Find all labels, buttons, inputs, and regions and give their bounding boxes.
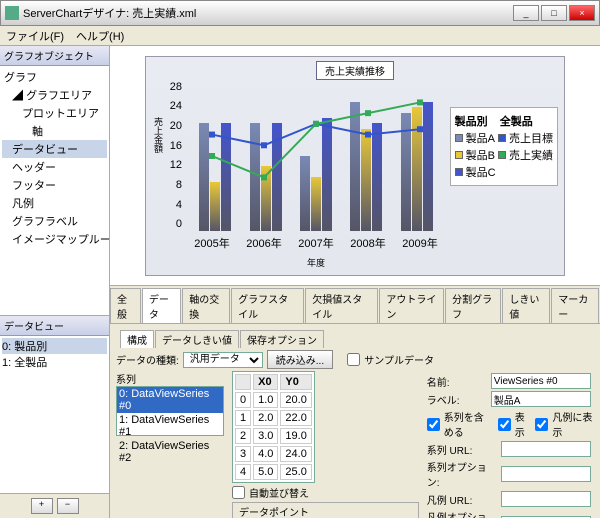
tab-1[interactable]: データ bbox=[142, 288, 181, 323]
tree-node[interactable]: 凡例 bbox=[2, 194, 107, 212]
window-title: ServerChartデザイナ: 売上実績.xml bbox=[23, 5, 513, 21]
series-label: 系列 bbox=[116, 371, 224, 386]
minimize-button[interactable]: _ bbox=[513, 5, 539, 21]
tree-node[interactable]: ヘッダー bbox=[2, 158, 107, 176]
series-opt-input[interactable] bbox=[501, 466, 591, 482]
tab-8[interactable]: マーカー bbox=[551, 288, 599, 323]
menu-file[interactable]: ファイル(F) bbox=[6, 28, 64, 44]
object-tree[interactable]: グラフ ◢ グラフエリア プロットエリア 軸 データビュー ヘッダー フッター … bbox=[0, 66, 109, 316]
plot-area bbox=[186, 81, 446, 231]
property-tabs: 全般データ軸の交換グラフスタイル欠損値スタイルアウトライン分割グラフしきい値マー… bbox=[110, 286, 600, 324]
tab-7[interactable]: しきい値 bbox=[502, 288, 550, 323]
show-checkbox[interactable] bbox=[498, 418, 511, 431]
app-icon bbox=[5, 6, 19, 20]
chart-title: 売上実績推移 bbox=[316, 61, 394, 80]
series-list[interactable]: 0: DataViewSeries #0 1: DataViewSeries #… bbox=[116, 386, 224, 436]
tree-node[interactable]: フッター bbox=[2, 176, 107, 194]
load-button[interactable]: 読み込み... bbox=[267, 350, 333, 369]
tree-node[interactable]: 軸 bbox=[2, 122, 107, 140]
tab-2[interactable]: 軸の交換 bbox=[182, 288, 230, 323]
sample-data-checkbox[interactable] bbox=[347, 353, 360, 366]
data-type-select[interactable]: 汎用データ bbox=[183, 352, 263, 368]
list-item[interactable]: 2: DataViewSeries #2 bbox=[117, 439, 223, 465]
menu-help[interactable]: ヘルプ(H) bbox=[76, 28, 124, 44]
data-grid[interactable]: X0Y001.020.012.022.023.019.034.024.045.0… bbox=[232, 371, 315, 483]
close-button[interactable]: × bbox=[569, 5, 595, 21]
remove-button[interactable]: − bbox=[57, 498, 79, 514]
label-input[interactable] bbox=[491, 391, 591, 407]
tree-node[interactable]: グラフラベル bbox=[2, 212, 107, 230]
menubar: ファイル(F) ヘルプ(H) bbox=[0, 26, 600, 46]
legend-url-input[interactable] bbox=[501, 491, 591, 507]
name-input[interactable] bbox=[491, 373, 591, 389]
tree-node[interactable]: グラフ bbox=[2, 68, 107, 86]
add-button[interactable]: + bbox=[31, 498, 53, 514]
chart-preview: 売上実績推移 売上金額 2824201612840 2005年2006年2007… bbox=[110, 46, 600, 286]
y-ticks: 2824201612840 bbox=[168, 81, 182, 231]
tab-4[interactable]: 欠損値スタイル bbox=[305, 288, 378, 323]
datapoint-fieldset: データポイント URL: オプション: bbox=[232, 502, 419, 518]
data-type-label: データの種類: bbox=[116, 352, 179, 367]
tree-node-dataview[interactable]: データビュー bbox=[2, 140, 107, 158]
x-ticks: 2005年2006年2007年2008年2009年 bbox=[186, 235, 446, 251]
list-item[interactable]: 1: DataViewSeries #1 bbox=[117, 413, 223, 439]
tab-3[interactable]: グラフスタイル bbox=[231, 288, 304, 323]
tab-6[interactable]: 分割グラフ bbox=[445, 288, 501, 323]
maximize-button[interactable]: □ bbox=[541, 5, 567, 21]
y-axis-label: 売上金額 bbox=[152, 117, 165, 153]
series-url-input[interactable] bbox=[501, 441, 591, 457]
autosort-checkbox[interactable] bbox=[232, 486, 245, 499]
object-panel-header: グラフオブジェクト bbox=[0, 46, 109, 66]
list-item[interactable]: 1: 全製品 bbox=[2, 354, 107, 370]
show-in-legend-checkbox[interactable] bbox=[535, 418, 548, 431]
list-item[interactable]: 0: 製品別 bbox=[2, 338, 107, 354]
x-axis-label: 年度 bbox=[186, 256, 446, 269]
dataview-panel-header: データビュー bbox=[0, 316, 109, 336]
tree-node[interactable]: イメージマップルール bbox=[2, 230, 107, 248]
tab-0[interactable]: 全般 bbox=[110, 288, 141, 323]
sub-tabs: 構成データしきい値保存オプション bbox=[116, 328, 594, 348]
tree-node[interactable]: プロットエリア bbox=[2, 104, 107, 122]
include-series-checkbox[interactable] bbox=[427, 418, 440, 431]
list-item[interactable]: 0: DataViewSeries #0 bbox=[117, 387, 223, 413]
chart-legend: 製品別 全製品 製品A売上目標 製品B売上実績 製品C bbox=[450, 107, 558, 186]
dataview-list[interactable]: 0: 製品別 1: 全製品 bbox=[0, 336, 109, 493]
subtab-0[interactable]: 構成 bbox=[120, 330, 154, 348]
subtab-1[interactable]: データしきい値 bbox=[155, 330, 239, 348]
titlebar: ServerChartデザイナ: 売上実績.xml _ □ × bbox=[0, 0, 600, 26]
subtab-2[interactable]: 保存オプション bbox=[240, 330, 324, 348]
tree-node[interactable]: ◢ グラフエリア bbox=[2, 86, 107, 104]
tab-5[interactable]: アウトライン bbox=[379, 288, 444, 323]
